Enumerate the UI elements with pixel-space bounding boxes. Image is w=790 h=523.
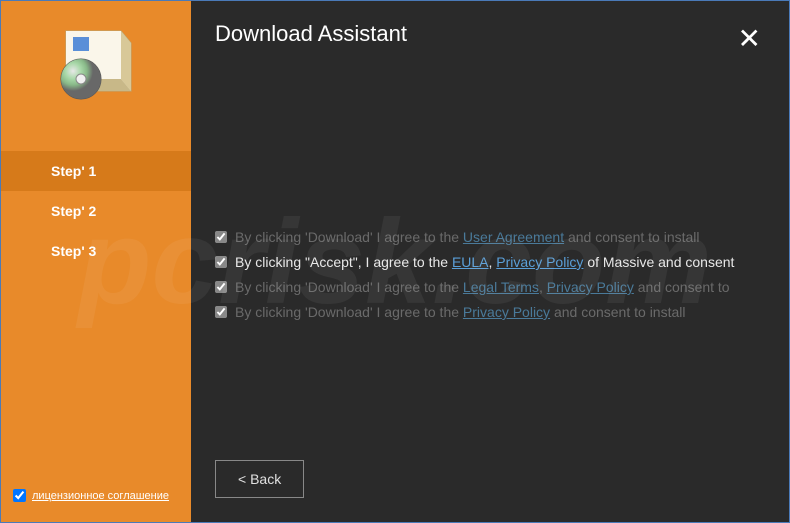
consent-2-prefix: By clicking "Accept", I agree to the bbox=[235, 254, 452, 270]
step-1[interactable]: Step' 1 bbox=[1, 151, 191, 191]
consent-line-3: By clicking 'Download' I agree to the Le… bbox=[215, 277, 765, 298]
consent-text-4: By clicking 'Download' I agree to the Pr… bbox=[235, 302, 685, 323]
close-icon[interactable]: ✕ bbox=[734, 21, 765, 57]
sidebar: Step' 1 Step' 2 Step' 3 лицензионное сог… bbox=[1, 1, 191, 522]
consent-area: By clicking 'Download' I agree to the Us… bbox=[191, 227, 789, 327]
legal-terms-link[interactable]: Legal Terms bbox=[463, 279, 539, 295]
main-panel: Download Assistant ✕ By clicking 'Downlo… bbox=[191, 1, 789, 522]
consent-3-prefix: By clicking 'Download' I agree to the bbox=[235, 279, 463, 295]
consent-text-3: By clicking 'Download' I agree to the Le… bbox=[235, 277, 730, 298]
header: Download Assistant ✕ bbox=[191, 1, 789, 57]
privacy-policy-link-3[interactable]: Privacy Policy bbox=[463, 304, 550, 320]
back-button[interactable]: < Back bbox=[215, 460, 304, 498]
installer-icon-box bbox=[1, 1, 191, 151]
consent-3-suffix: and consent to bbox=[634, 279, 730, 295]
privacy-policy-link-massive[interactable]: Privacy Policy bbox=[496, 254, 583, 270]
consent-checkbox-3[interactable] bbox=[215, 281, 227, 293]
step-2[interactable]: Step' 2 bbox=[1, 191, 191, 231]
installer-box-icon bbox=[51, 21, 141, 111]
consent-line-2: By clicking "Accept", I agree to the EUL… bbox=[215, 252, 765, 273]
license-checkbox[interactable] bbox=[13, 489, 26, 502]
installer-window: pcrisk.com bbox=[0, 0, 790, 523]
consent-text-2: By clicking "Accept", I agree to the EUL… bbox=[235, 252, 734, 273]
eula-link[interactable]: EULA bbox=[452, 254, 489, 270]
consent-line-1: By clicking 'Download' I agree to the Us… bbox=[215, 227, 765, 248]
consent-text-1: By clicking 'Download' I agree to the Us… bbox=[235, 227, 700, 248]
step-3[interactable]: Step' 3 bbox=[1, 231, 191, 271]
consent-4-prefix: By clicking 'Download' I agree to the bbox=[235, 304, 463, 320]
consent-line-4: By clicking 'Download' I agree to the Pr… bbox=[215, 302, 765, 323]
consent-2-suffix: of Massive and consent bbox=[583, 254, 734, 270]
footer: < Back bbox=[215, 460, 304, 498]
consent-checkbox-2[interactable] bbox=[215, 256, 227, 268]
license-label[interactable]: лицензионное соглашение bbox=[32, 490, 169, 502]
consent-3-sep: , bbox=[539, 279, 547, 295]
license-row: лицензионное соглашение bbox=[13, 489, 169, 502]
consent-checkbox-1[interactable] bbox=[215, 231, 227, 243]
page-title: Download Assistant bbox=[215, 21, 407, 47]
user-agreement-link[interactable]: User Agreement bbox=[463, 229, 564, 245]
privacy-policy-link-2[interactable]: Privacy Policy bbox=[547, 279, 634, 295]
consent-1-suffix: and consent to install bbox=[564, 229, 699, 245]
consent-checkbox-4[interactable] bbox=[215, 306, 227, 318]
consent-4-suffix: and consent to install bbox=[550, 304, 685, 320]
consent-1-prefix: By clicking 'Download' I agree to the bbox=[235, 229, 463, 245]
